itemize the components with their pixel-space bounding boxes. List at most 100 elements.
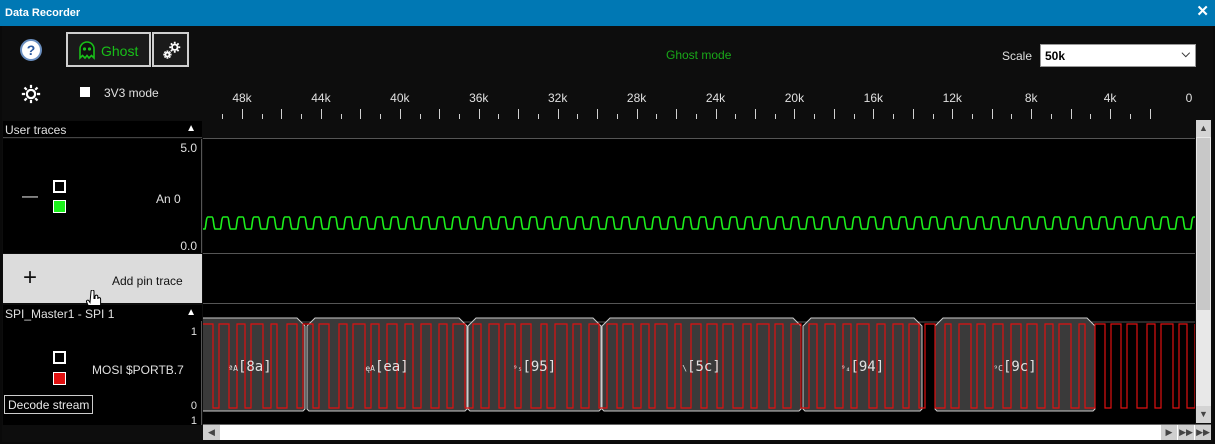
ruler-tick <box>261 114 263 119</box>
ruler-tick <box>616 114 618 119</box>
analog-channel-panel: 5.0 0.0 — An 0 <box>3 139 202 253</box>
scroll-down-icon[interactable]: ▼ <box>1196 406 1211 423</box>
help-icon: ? <box>26 42 36 58</box>
ruler-tick <box>498 114 500 119</box>
ruler-tick <box>1070 109 1072 119</box>
ghost-mode-status: Ghost mode <box>666 48 732 62</box>
visibility-checkbox[interactable] <box>53 180 66 193</box>
analog-channel-label: An 0 <box>156 192 181 206</box>
ruler-tick-label: 32k <box>547 91 568 105</box>
ruler-tick <box>873 109 875 119</box>
scroll-end-icon[interactable]: ▶▶ <box>1178 425 1194 440</box>
horizontal-scrollbar[interactable]: ◀ ▶ ▶▶ ▶▶ <box>203 424 1211 440</box>
ruler-tick <box>636 109 638 119</box>
spi-waveform: ªA[8a] ęA[ea] ⁹₅[95] \[5c] ⁹₄[94] ⁹C[9c] <box>194 317 1196 412</box>
remove-trace-button[interactable]: — <box>22 188 38 206</box>
ruler-tick <box>340 114 342 119</box>
window-title: Data Recorder <box>5 7 81 19</box>
ruler-tick <box>715 109 717 119</box>
settings-gear-icon <box>163 41 181 59</box>
user-traces-title: User traces <box>5 123 67 137</box>
ruler-tick <box>1050 114 1052 119</box>
scroll-left-icon[interactable]: ◀ <box>203 425 220 440</box>
ruler-tick <box>932 114 934 119</box>
ruler-tick <box>1129 114 1131 119</box>
spi-next-label: 1 <box>190 415 197 427</box>
collapse-up-icon[interactable]: ▲ <box>186 307 196 318</box>
vertical-scrollbar[interactable]: ▲ ▼ <box>1196 120 1211 423</box>
ruler-tick <box>1090 114 1092 119</box>
ghost-label: Ghost <box>101 43 139 59</box>
ruler-tick-label: 4k <box>1103 91 1117 105</box>
ruler-tick-label: 12k <box>942 91 962 105</box>
3v3-mode-checkbox[interactable] <box>80 87 90 97</box>
visibility-checkbox[interactable] <box>53 351 66 364</box>
ruler-tick <box>656 114 658 119</box>
ghost-icon <box>79 41 95 60</box>
ruler-tick <box>242 109 243 119</box>
help-button[interactable]: ? <box>20 39 42 61</box>
ruler-tick <box>597 109 599 119</box>
ruler-tick <box>399 109 401 119</box>
ruler-tick <box>518 109 520 119</box>
ruler-tick <box>1011 114 1013 119</box>
analog-max-label: 5.0 <box>180 141 197 155</box>
scroll-up-icon[interactable]: ▲ <box>1196 120 1211 137</box>
ruler-tick <box>222 114 224 119</box>
scale-value: 50k <box>1045 49 1066 63</box>
analog-min-label: 0.0 <box>180 239 197 253</box>
add-pin-trace-button[interactable]: + Add pin trace <box>3 254 202 303</box>
ruler-tick <box>853 114 855 119</box>
ruler-tick <box>952 109 954 119</box>
decode-stream-tooltip: Decode stream <box>4 395 94 414</box>
settings-button[interactable] <box>152 32 189 67</box>
ghost-mode-button[interactable]: Ghost <box>66 32 151 67</box>
scroll-right-icon[interactable]: ▶ <box>1161 425 1177 440</box>
close-icon[interactable]: ✕ <box>1196 4 1209 20</box>
divider <box>203 138 1195 139</box>
vertical-scroll-thumb[interactable] <box>1197 138 1210 310</box>
ruler-tick <box>577 114 579 119</box>
spi-trace-area: ªA[8a] ęA[ea] ⁹₅[95] \[5c] ⁹₄[94] ⁹C[9c] <box>194 304 1196 424</box>
chevron-down-icon: ⌵ <box>1181 48 1190 60</box>
decoded-byte-label: \[5c] <box>682 359 721 375</box>
trace-color-swatch[interactable] <box>53 372 66 385</box>
time-ruler: 48k 44k 40k 36k 32k 28k 24k 20k 16k 12k 8k 4k 0 <box>203 86 1197 120</box>
ruler-tick-label: 28k <box>626 91 647 105</box>
collapse-up-icon[interactable]: ▲ <box>186 123 196 134</box>
trace-settings-gear-icon[interactable] <box>20 83 42 105</box>
ruler-tick-label: 20k <box>784 91 805 105</box>
scroll-fast-icon[interactable]: ▶▶ <box>1195 425 1211 440</box>
scale-select[interactable]: 50k ⌵ <box>1040 44 1196 67</box>
scale-label: Scale <box>1002 49 1033 63</box>
ruler-tick <box>419 114 421 119</box>
ruler-tick-label: 48k <box>232 91 252 105</box>
ruler-tick <box>735 114 737 119</box>
ruler-tick-label: 40k <box>390 91 410 105</box>
trace-color-swatch[interactable] <box>53 200 66 213</box>
spi-low-label: 0 <box>190 400 197 412</box>
spi-trace-title: SPI_Master1 - SPI 1 <box>5 307 115 321</box>
ruler-tick-label: 8k <box>1024 91 1038 105</box>
add-pin-trace-label: Add pin trace <box>112 274 183 288</box>
ruler-tick <box>360 109 362 119</box>
ruler-tick <box>1110 109 1112 119</box>
ruler-tick <box>439 109 441 119</box>
ruler-tick <box>459 114 461 119</box>
decode-stream-text: Decode stream <box>8 398 90 412</box>
ruler-tick <box>281 109 283 119</box>
ruler-tick <box>478 109 480 119</box>
ruler-tick <box>912 109 914 119</box>
ruler-tick <box>557 109 559 119</box>
ruler-tick <box>814 114 816 119</box>
user-traces-header[interactable]: User traces ▲ <box>3 121 202 138</box>
analog-waveform-line <box>203 216 1206 230</box>
ruler-tick <box>991 109 993 119</box>
analog-waveform <box>203 216 1206 230</box>
ruler-tick-label: 36k <box>469 91 489 105</box>
ruler-tick-label: 44k <box>311 91 331 105</box>
spi-trace-header[interactable]: SPI_Master1 - SPI 1 ▲ <box>3 305 202 322</box>
plus-icon: + <box>23 264 38 291</box>
ruler-tick-label: 24k <box>705 91 726 105</box>
analog-trace-area <box>203 139 1206 253</box>
